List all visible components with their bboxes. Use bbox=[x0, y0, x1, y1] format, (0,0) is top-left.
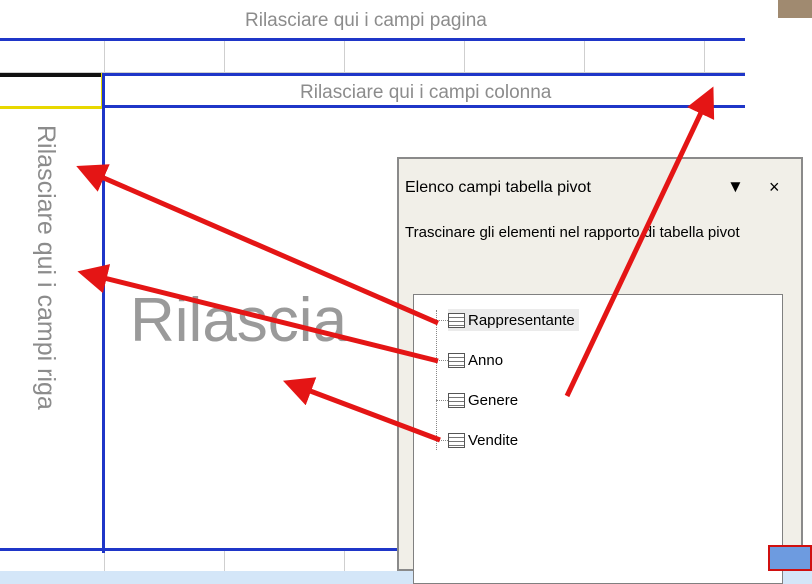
grid-col-line bbox=[344, 40, 345, 75]
row-fields-drop-zone[interactable]: Rilasciare qui i campi riga bbox=[30, 125, 60, 545]
pivot-field-list-panel: Elenco campi tabella pivot ▼ × Trascinar… bbox=[397, 157, 803, 584]
grid-col-line bbox=[104, 40, 105, 75]
field-icon bbox=[448, 432, 465, 448]
column-zone-border-bottom bbox=[104, 105, 745, 108]
field-item-vendite[interactable]: Vendite bbox=[448, 429, 518, 451]
page-zone-border bbox=[0, 38, 745, 41]
page-fields-drop-zone[interactable]: Rilasciare qui i campi pagina bbox=[245, 10, 487, 32]
field-item-anno[interactable]: Anno bbox=[448, 349, 503, 371]
data-items-drop-zone[interactable]: Rilascia bbox=[130, 285, 347, 356]
field-item-rappresentante[interactable]: Rappresentante bbox=[448, 309, 579, 331]
dropdown-icon[interactable]: ▼ bbox=[727, 177, 744, 197]
field-icon bbox=[448, 352, 465, 368]
column-fields-drop-zone[interactable]: Rilasciare qui i campi colonna bbox=[300, 82, 551, 104]
close-icon[interactable]: × bbox=[769, 177, 780, 198]
column-zone-border-top bbox=[104, 73, 745, 76]
tree-line bbox=[436, 310, 437, 450]
grid-col-line bbox=[464, 40, 465, 75]
corner-image bbox=[778, 0, 812, 18]
grid-col-line bbox=[224, 40, 225, 75]
tree-tick bbox=[436, 320, 448, 321]
tree-tick bbox=[436, 400, 448, 401]
panel-title: Elenco campi tabella pivot bbox=[405, 179, 591, 196]
field-label: Vendite bbox=[468, 431, 519, 449]
field-label: Genere bbox=[468, 391, 519, 409]
grid-col-line bbox=[584, 40, 585, 75]
field-item-genere[interactable]: Genere bbox=[448, 389, 518, 411]
field-list-box: Rappresentante Anno Genere Vendite bbox=[413, 294, 783, 584]
tree-tick bbox=[436, 440, 448, 441]
grid-col-line bbox=[224, 550, 225, 571]
field-label: Rappresentante bbox=[468, 311, 575, 329]
grid-col-line bbox=[104, 550, 105, 571]
field-icon bbox=[448, 312, 465, 328]
panel-instructions: Trascinare gli elementi nel rapporto di … bbox=[405, 224, 740, 241]
row-zone-border bbox=[102, 73, 105, 553]
field-label: Anno bbox=[468, 351, 504, 369]
grid-col-line bbox=[704, 40, 705, 75]
tree-tick bbox=[436, 360, 448, 361]
corner-button[interactable] bbox=[768, 545, 812, 571]
active-cell[interactable] bbox=[0, 73, 104, 109]
field-icon bbox=[448, 392, 465, 408]
grid-col-line bbox=[344, 550, 345, 571]
